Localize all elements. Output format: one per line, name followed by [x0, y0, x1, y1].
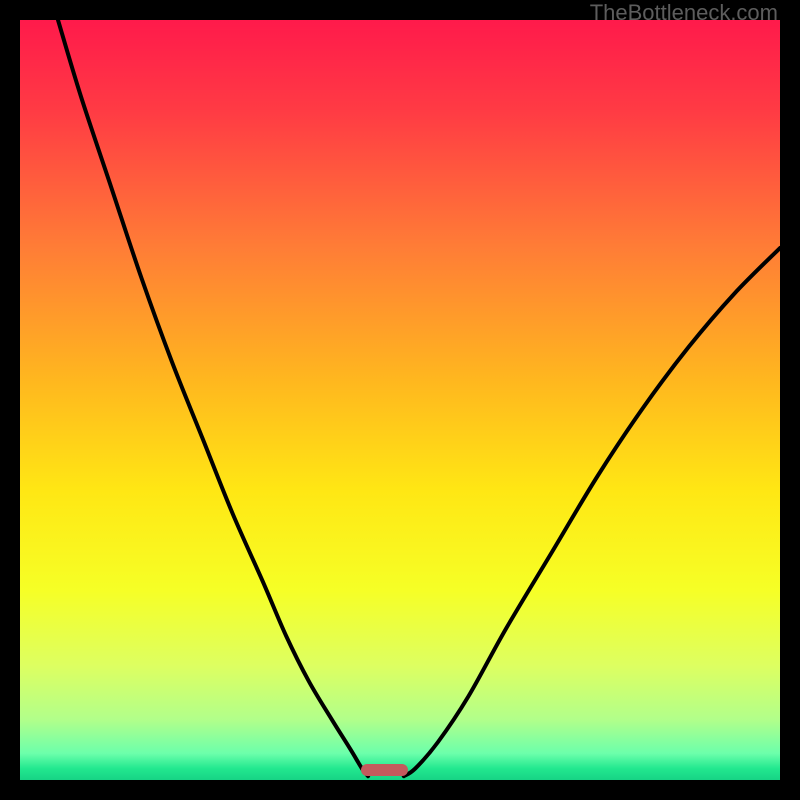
watermark-text: TheBottleneck.com [590, 0, 778, 26]
chart-curves [20, 20, 780, 780]
chart-frame [20, 20, 780, 780]
optimal-zone-marker [361, 764, 408, 776]
curve-left-branch [58, 20, 368, 776]
curve-right-branch [404, 248, 780, 776]
